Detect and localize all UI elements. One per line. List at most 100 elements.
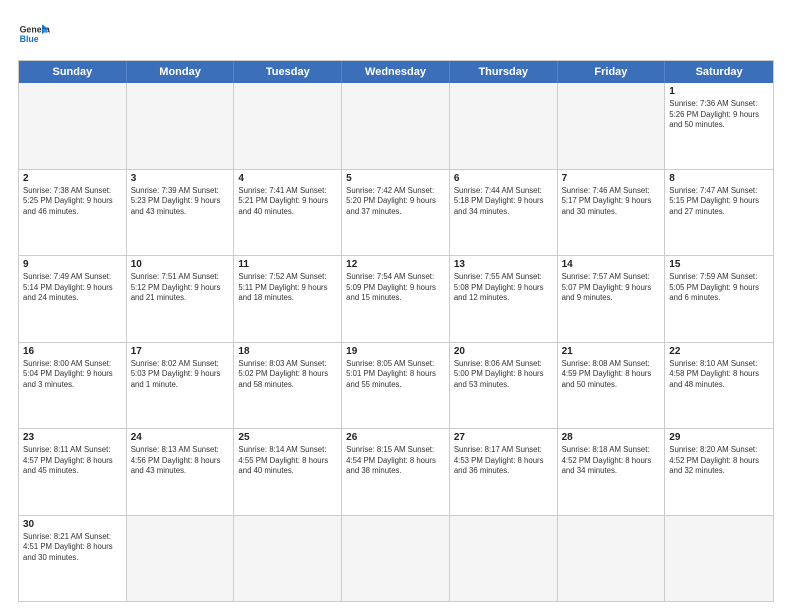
- calendar-cell: 14Sunrise: 7:57 AM Sunset: 5:07 PM Dayli…: [558, 256, 666, 342]
- day-number: 16: [23, 346, 122, 357]
- week-row-4: 23 Sunrise: 8:11 AM Sunset: 4:57 PM Dayli…: [19, 428, 773, 515]
- calendar-cell: 4Sunrise: 7:41 AM Sunset: 5:21 PM Daylig…: [234, 170, 342, 256]
- day-info: Sunrise: 8:10 AM Sunset: 4:58 PM Dayligh…: [669, 359, 769, 391]
- weekday-header-friday: Friday: [558, 61, 666, 83]
- calendar-cell: 24 Sunrise: 8:13 AM Sunset: 4:56 PM Dayli…: [127, 429, 235, 515]
- day-info: Sunrise: 7:52 AM Sunset: 5:11 PM Dayligh…: [238, 272, 337, 304]
- calendar-cell: [558, 516, 666, 602]
- calendar-cell: 16 Sunrise: 8:00 AM Sunset: 5:04 PM Dayli…: [19, 343, 127, 429]
- calendar-cell: 1Sunrise: 7:36 AM Sunset: 5:26 PM Daylig…: [665, 83, 773, 169]
- day-number: 26: [346, 432, 445, 443]
- day-info: Sunrise: 8:08 AM Sunset: 4:59 PM Dayligh…: [562, 359, 661, 391]
- weekday-header-sunday: Sunday: [19, 61, 127, 83]
- calendar-cell: [450, 83, 558, 169]
- weekday-header-saturday: Saturday: [665, 61, 773, 83]
- day-number: 28: [562, 432, 661, 443]
- calendar-cell: 20Sunrise: 8:06 AM Sunset: 5:00 PM Dayli…: [450, 343, 558, 429]
- day-info: Sunrise: 7:44 AM Sunset: 5:18 PM Dayligh…: [454, 186, 553, 218]
- day-number: 4: [238, 173, 337, 184]
- day-info: Sunrise: 7:49 AM Sunset: 5:14 PM Dayligh…: [23, 272, 122, 304]
- weekday-header-tuesday: Tuesday: [234, 61, 342, 83]
- day-info: Sunrise: 7:38 AM Sunset: 5:25 PM Dayligh…: [23, 186, 122, 218]
- calendar-cell: [127, 83, 235, 169]
- calendar-cell: 26 Sunrise: 8:15 AM Sunset: 4:54 PM Dayli…: [342, 429, 450, 515]
- day-number: 25: [238, 432, 337, 443]
- calendar-cell: 8 Sunrise: 7:47 AM Sunset: 5:15 PM Daylig…: [665, 170, 773, 256]
- day-number: 2: [23, 173, 122, 184]
- day-info: Sunrise: 7:47 AM Sunset: 5:15 PM Dayligh…: [669, 186, 769, 218]
- calendar-cell: [234, 83, 342, 169]
- calendar-cell: 28 Sunrise: 8:18 AM Sunset: 4:52 PM Dayli…: [558, 429, 666, 515]
- day-info: Sunrise: 8:14 AM Sunset: 4:55 PM Dayligh…: [238, 445, 337, 477]
- day-info: Sunrise: 8:05 AM Sunset: 5:01 PM Dayligh…: [346, 359, 445, 391]
- day-info: Sunrise: 8:03 AM Sunset: 5:02 PM Dayligh…: [238, 359, 337, 391]
- day-number: 27: [454, 432, 553, 443]
- day-number: 10: [131, 259, 230, 270]
- day-number: 8: [669, 173, 769, 184]
- day-number: 1: [669, 86, 769, 97]
- day-number: 30: [23, 519, 122, 530]
- day-info: Sunrise: 7:39 AM Sunset: 5:23 PM Dayligh…: [131, 186, 230, 218]
- day-info: Sunrise: 8:13 AM Sunset: 4:56 PM Dayligh…: [131, 445, 230, 477]
- weekday-header-monday: Monday: [127, 61, 235, 83]
- calendar-cell: 18Sunrise: 8:03 AM Sunset: 5:02 PM Dayli…: [234, 343, 342, 429]
- day-number: 7: [562, 173, 661, 184]
- day-number: 22: [669, 346, 769, 357]
- day-number: 24: [131, 432, 230, 443]
- calendar-cell: 17 Sunrise: 8:02 AM Sunset: 5:03 PM Dayli…: [127, 343, 235, 429]
- day-number: 15: [669, 259, 769, 270]
- day-info: Sunrise: 8:11 AM Sunset: 4:57 PM Dayligh…: [23, 445, 122, 477]
- calendar-cell: 22 Sunrise: 8:10 AM Sunset: 4:58 PM Dayli…: [665, 343, 773, 429]
- day-number: 19: [346, 346, 445, 357]
- calendar-cell: [450, 516, 558, 602]
- logo: General Blue: [18, 18, 50, 50]
- calendar-cell: 19 Sunrise: 8:05 AM Sunset: 5:01 PM Dayli…: [342, 343, 450, 429]
- day-info: Sunrise: 8:18 AM Sunset: 4:52 PM Dayligh…: [562, 445, 661, 477]
- day-number: 17: [131, 346, 230, 357]
- calendar-cell: 2 Sunrise: 7:38 AM Sunset: 5:25 PM Daylig…: [19, 170, 127, 256]
- weekday-header-thursday: Thursday: [450, 61, 558, 83]
- day-info: Sunrise: 8:00 AM Sunset: 5:04 PM Dayligh…: [23, 359, 122, 391]
- day-number: 23: [23, 432, 122, 443]
- calendar-cell: 23 Sunrise: 8:11 AM Sunset: 4:57 PM Dayli…: [19, 429, 127, 515]
- day-info: Sunrise: 7:55 AM Sunset: 5:08 PM Dayligh…: [454, 272, 553, 304]
- day-info: Sunrise: 8:20 AM Sunset: 4:52 PM Dayligh…: [669, 445, 769, 477]
- calendar-cell: 13 Sunrise: 7:55 AM Sunset: 5:08 PM Dayli…: [450, 256, 558, 342]
- calendar-cell: [558, 83, 666, 169]
- logo-icon: General Blue: [18, 18, 50, 50]
- calendar-cell: 3Sunrise: 7:39 AM Sunset: 5:23 PM Daylig…: [127, 170, 235, 256]
- weekday-header-wednesday: Wednesday: [342, 61, 450, 83]
- week-row-3: 16 Sunrise: 8:00 AM Sunset: 5:04 PM Dayli…: [19, 342, 773, 429]
- day-info: Sunrise: 8:15 AM Sunset: 4:54 PM Dayligh…: [346, 445, 445, 477]
- calendar: SundayMondayTuesdayWednesdayThursdayFrid…: [18, 60, 774, 602]
- week-row-0: 1Sunrise: 7:36 AM Sunset: 5:26 PM Daylig…: [19, 83, 773, 169]
- day-number: 9: [23, 259, 122, 270]
- calendar-cell: [342, 516, 450, 602]
- page-header: General Blue: [18, 18, 774, 50]
- calendar-cell: 5 Sunrise: 7:42 AM Sunset: 5:20 PM Daylig…: [342, 170, 450, 256]
- day-info: Sunrise: 8:06 AM Sunset: 5:00 PM Dayligh…: [454, 359, 553, 391]
- day-info: Sunrise: 8:02 AM Sunset: 5:03 PM Dayligh…: [131, 359, 230, 391]
- calendar-cell: 11 Sunrise: 7:52 AM Sunset: 5:11 PM Dayli…: [234, 256, 342, 342]
- calendar-header: SundayMondayTuesdayWednesdayThursdayFrid…: [19, 61, 773, 83]
- day-number: 5: [346, 173, 445, 184]
- day-info: Sunrise: 7:46 AM Sunset: 5:17 PM Dayligh…: [562, 186, 661, 218]
- calendar-cell: 30Sunrise: 8:21 AM Sunset: 4:51 PM Dayli…: [19, 516, 127, 602]
- calendar-cell: 7 Sunrise: 7:46 AM Sunset: 5:17 PM Daylig…: [558, 170, 666, 256]
- calendar-cell: 29 Sunrise: 8:20 AM Sunset: 4:52 PM Dayli…: [665, 429, 773, 515]
- calendar-cell: [19, 83, 127, 169]
- week-row-1: 2 Sunrise: 7:38 AM Sunset: 5:25 PM Daylig…: [19, 169, 773, 256]
- calendar-cell: 9 Sunrise: 7:49 AM Sunset: 5:14 PM Daylig…: [19, 256, 127, 342]
- calendar-cell: [127, 516, 235, 602]
- day-number: 21: [562, 346, 661, 357]
- day-info: Sunrise: 7:54 AM Sunset: 5:09 PM Dayligh…: [346, 272, 445, 304]
- day-number: 29: [669, 432, 769, 443]
- day-info: Sunrise: 8:17 AM Sunset: 4:53 PM Dayligh…: [454, 445, 553, 477]
- calendar-cell: [342, 83, 450, 169]
- day-number: 13: [454, 259, 553, 270]
- calendar-cell: 15Sunrise: 7:59 AM Sunset: 5:05 PM Dayli…: [665, 256, 773, 342]
- week-row-5: 30Sunrise: 8:21 AM Sunset: 4:51 PM Dayli…: [19, 515, 773, 602]
- day-number: 11: [238, 259, 337, 270]
- day-info: Sunrise: 7:42 AM Sunset: 5:20 PM Dayligh…: [346, 186, 445, 218]
- day-info: Sunrise: 7:57 AM Sunset: 5:07 PM Dayligh…: [562, 272, 661, 304]
